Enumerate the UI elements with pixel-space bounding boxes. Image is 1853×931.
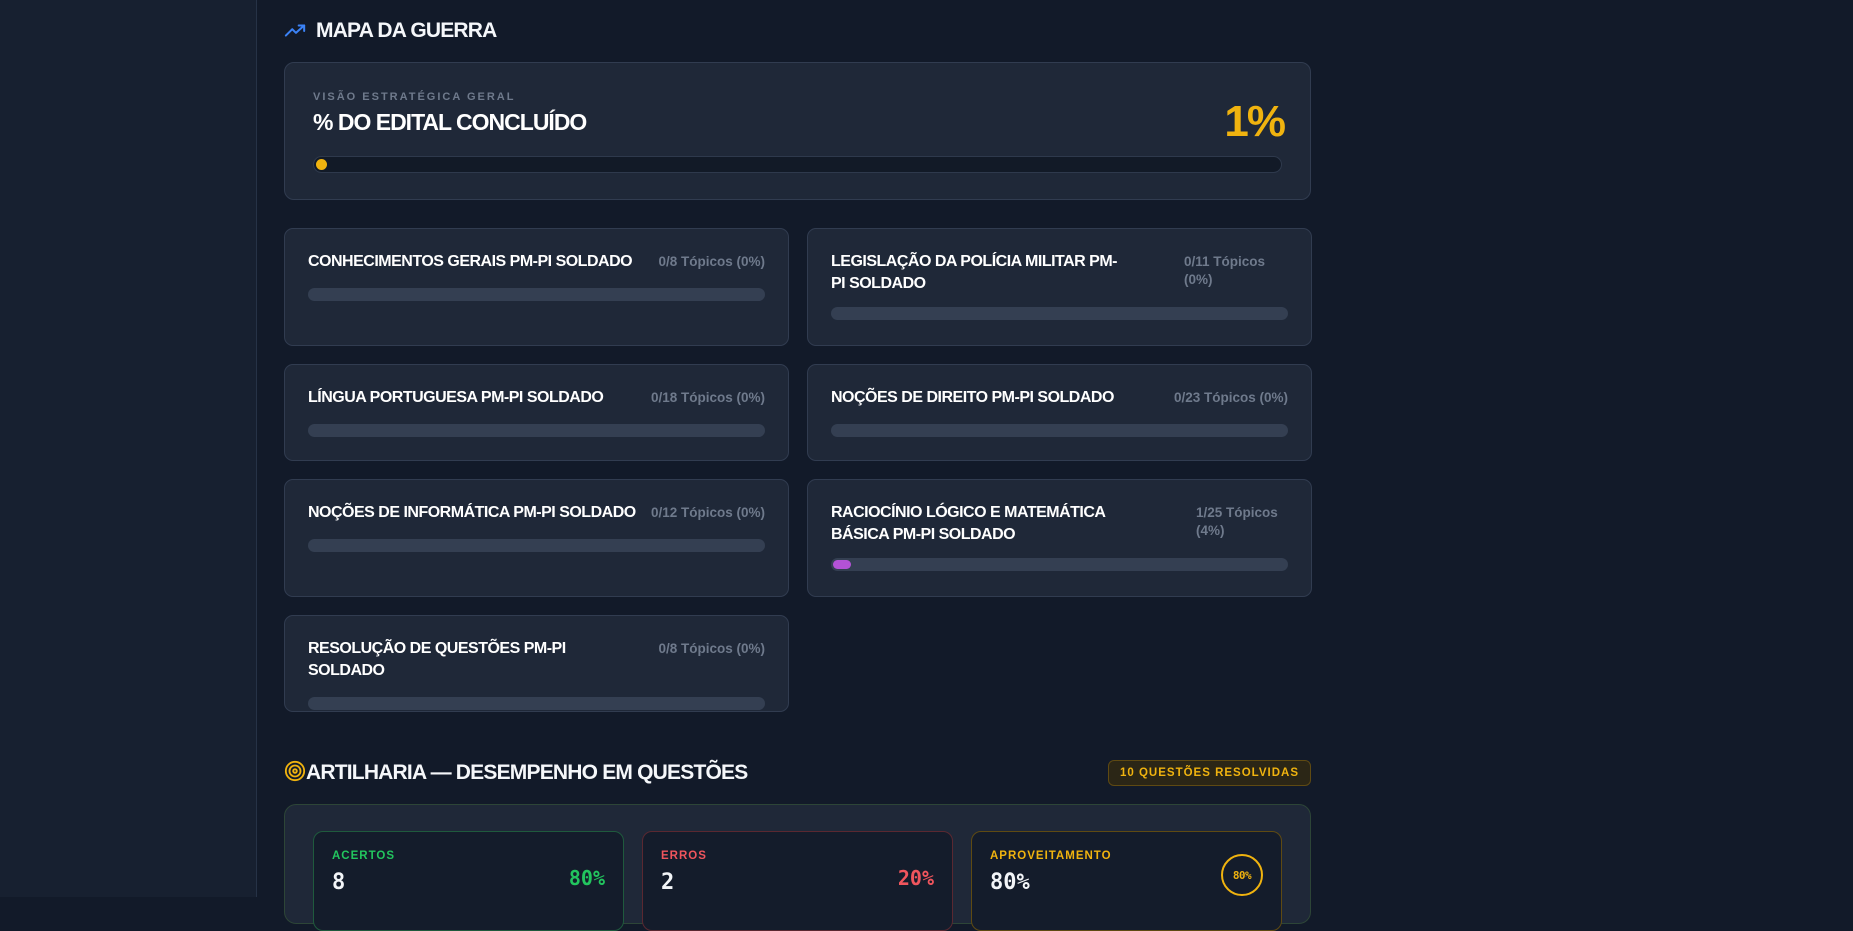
subjects-grid: CONHECIMENTOS GERAIS PM-PI SOLDADO 0/8 T…: [284, 228, 1312, 730]
artillery-header: ARTILHARIA — DESEMPENHO EM QUESTÕES 10 Q…: [284, 742, 1311, 804]
subject-title: LEGISLAÇÃO DA POLÍCIA MILITAR PM-PI SOLD…: [831, 253, 1118, 292]
overview-title: % DO EDITAL CONCLUÍDO: [313, 109, 587, 135]
war-map-header: MAPA DA GUERRA: [284, 0, 1311, 62]
subject-topic-count: 1/25 Tópicos (4%): [1196, 505, 1278, 538]
subject-progress-bar: [831, 424, 1288, 437]
subject-progress-bar: [831, 558, 1288, 571]
subject-progress-bar: [308, 288, 765, 301]
errors-label: ERROS: [661, 850, 707, 862]
subject-progress-bar: [831, 307, 1288, 320]
subject-progress-bar: [308, 424, 765, 437]
target-icon: [284, 760, 306, 787]
subject-progress-fill: [833, 560, 852, 569]
trending-up-icon: [284, 20, 306, 42]
subject-card[interactable]: NOÇÕES DE INFORMÁTICA PM-PI SOLDADO 0/12…: [284, 479, 789, 597]
subject-title: RACIOCÍNIO LÓGICO E MATEMÁTICA BÁSICA PM…: [831, 504, 1105, 543]
main-content: MAPA DA GUERRA VISÃO ESTRATÉGICA GERAL %…: [284, 0, 1312, 931]
subject-title: LÍNGUA PORTUGUESA PM-PI SOLDADO: [308, 389, 604, 406]
performance-panel: ACERTOS 8 80% ERROS 2 20% APROVEITAMENTO…: [284, 804, 1311, 931]
subject-title: NOÇÕES DE INFORMÁTICA PM-PI SOLDADO: [308, 504, 636, 521]
hits-percent: 80%: [568, 866, 605, 890]
subject-progress-bar: [308, 697, 765, 710]
sidebar: [0, 0, 257, 897]
subject-card[interactable]: NOÇÕES DE DIREITO PM-PI SOLDADO 0/23 Tóp…: [807, 364, 1312, 461]
performance-label: APROVEITAMENTO: [990, 850, 1112, 862]
performance-ring: 80%: [1221, 854, 1263, 896]
subject-progress-bar: [308, 539, 765, 552]
subject-card[interactable]: CONHECIMENTOS GERAIS PM-PI SOLDADO 0/8 T…: [284, 228, 789, 346]
subject-card[interactable]: RACIOCÍNIO LÓGICO E MATEMÁTICA BÁSICA PM…: [807, 479, 1312, 597]
subject-topic-count: 0/18 Tópicos (0%): [650, 390, 765, 405]
errors-stat-card: ERROS 2 20%: [642, 831, 953, 931]
errors-percent: 20%: [897, 866, 934, 890]
hits-label: ACERTOS: [332, 850, 396, 862]
subject-card[interactable]: LÍNGUA PORTUGUESA PM-PI SOLDADO 0/18 Tóp…: [284, 364, 789, 461]
overview-percent: 1%: [1224, 97, 1286, 146]
subject-title: NOÇÕES DE DIREITO PM-PI SOLDADO: [831, 389, 1114, 406]
hits-value: 8: [332, 870, 346, 895]
subject-topic-count: 0/8 Tópicos (0%): [658, 641, 765, 656]
edital-overview-card: VISÃO ESTRATÉGICA GERAL % DO EDITAL CONC…: [284, 62, 1311, 200]
war-map-title: MAPA DA GUERRA: [316, 19, 497, 42]
subject-topic-count: 0/12 Tópicos (0%): [650, 505, 765, 520]
hits-stat-card: ACERTOS 8 80%: [313, 831, 624, 931]
subject-topic-count: 0/11 Tópicos (0%): [1184, 254, 1266, 287]
performance-stat-card: APROVEITAMENTO 80% 80%: [971, 831, 1282, 931]
subject-card[interactable]: RESOLUÇÃO DE QUESTÕES PM-PI SOLDADO 0/8 …: [284, 615, 789, 712]
overview-eyebrow: VISÃO ESTRATÉGICA GERAL: [313, 91, 516, 103]
questions-solved-badge: 10 QUESTÕES RESOLVIDAS: [1108, 760, 1311, 786]
overview-progress-bar: [313, 156, 1282, 173]
subject-topic-count: 0/8 Tópicos (0%): [658, 254, 765, 269]
errors-value: 2: [661, 870, 675, 895]
artillery-title: ARTILHARIA — DESEMPENHO EM QUESTÕES: [306, 761, 748, 784]
subject-title: CONHECIMENTOS GERAIS PM-PI SOLDADO: [308, 253, 633, 270]
subject-title: RESOLUÇÃO DE QUESTÕES PM-PI SOLDADO: [308, 640, 566, 679]
subject-card[interactable]: LEGISLAÇÃO DA POLÍCIA MILITAR PM-PI SOLD…: [807, 228, 1312, 346]
subject-topic-count: 0/23 Tópicos (0%): [1173, 390, 1288, 405]
overview-progress-fill: [316, 159, 327, 170]
